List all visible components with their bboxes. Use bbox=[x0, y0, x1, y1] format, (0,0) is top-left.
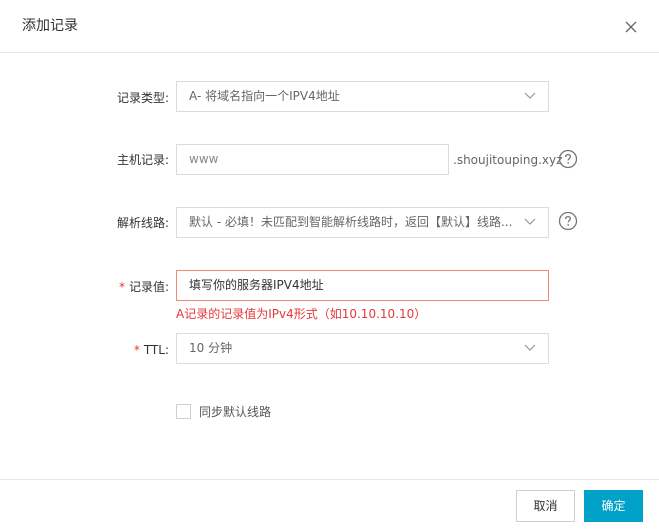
question-circle-icon[interactable] bbox=[558, 149, 578, 169]
host-record-input[interactable]: www bbox=[176, 144, 449, 175]
dialog-header: 添加记录 bbox=[0, 0, 659, 53]
ttl-value: 10 分钟 bbox=[189, 341, 233, 355]
question-circle-icon[interactable] bbox=[558, 211, 578, 231]
host-record-value: www bbox=[189, 152, 219, 166]
required-mark: * bbox=[118, 280, 125, 294]
dialog-title: 添加记录 bbox=[22, 18, 78, 34]
sync-default-line-label[interactable]: 同步默认线路 bbox=[199, 404, 271, 420]
ttl-select[interactable]: 10 分钟 bbox=[176, 333, 549, 364]
chevron-down-icon bbox=[524, 92, 536, 99]
line-label: 解析线路: bbox=[116, 216, 169, 230]
domain-suffix: .shoujitouping.xyz bbox=[453, 153, 563, 167]
host-record-label: 主机记录: bbox=[116, 153, 169, 167]
record-type-select[interactable]: A- 将域名指向一个IPV4地址 bbox=[176, 81, 549, 112]
chevron-down-icon bbox=[524, 344, 536, 351]
add-record-dialog: 添加记录 记录类型: A- 将域名指向一个IPV4地址 主机记录: www .s… bbox=[0, 0, 659, 529]
record-value-text: 填写你的服务器IPV4地址 bbox=[189, 278, 324, 292]
line-select[interactable]: 默认 - 必填！未匹配到智能解析线路时，返回【默认】线路... bbox=[176, 207, 549, 238]
record-value-input[interactable]: 填写你的服务器IPV4地址 bbox=[176, 270, 549, 301]
record-value-label: * 记录值: bbox=[49, 279, 169, 295]
confirm-button[interactable]: 确定 bbox=[584, 490, 643, 522]
line-value: 默认 - 必填！未匹配到智能解析线路时，返回【默认】线路... bbox=[189, 215, 513, 229]
record-value-error: A记录的记录值为IPv4形式（如10.10.10.10） bbox=[176, 307, 427, 321]
chevron-down-icon bbox=[524, 218, 536, 225]
ttl-label-text: TTL: bbox=[143, 343, 169, 357]
ttl-label: * TTL: bbox=[49, 342, 169, 358]
required-mark: * bbox=[133, 343, 140, 357]
record-type-label: 记录类型: bbox=[116, 91, 169, 105]
record-value-label-text: 记录值: bbox=[128, 280, 169, 294]
cancel-button[interactable]: 取消 bbox=[516, 490, 575, 522]
sync-default-line-checkbox[interactable] bbox=[176, 404, 191, 419]
record-type-value: A- 将域名指向一个IPV4地址 bbox=[189, 89, 340, 103]
close-icon[interactable] bbox=[620, 16, 642, 38]
